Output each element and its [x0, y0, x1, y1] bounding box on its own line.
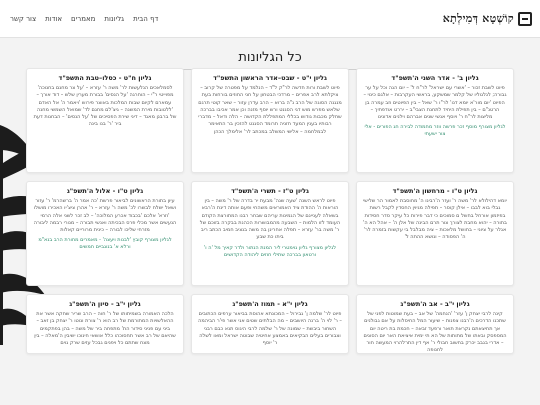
issue-card-description: עיון בתורת הראשונים לביאור פרשת 'כה אמר …: [33, 198, 177, 234]
issue-card-description: פיוט לשבת ורות חדשה לר"ק ל"ד – הנלמד על …: [198, 85, 342, 135]
page-title: כל הגליונות: [238, 50, 302, 65]
top-navigation-bar: קוֹשְׁטָא דְּמִילְתָא דף הבית גליונות מא…: [0, 0, 540, 38]
issue-card[interactable]: גליון ט"ו - מרחשון ה'תשפ"ד יומא דהילולא …: [356, 181, 514, 286]
nav-link-articles[interactable]: מאמרים: [71, 15, 95, 23]
issue-card-supplement-link[interactable]: לגליון מצורף גליון גוימטרי ליר המנת הנתו…: [198, 245, 342, 259]
logo-text: קוֹשְׁטָא דְּמִילְתָא: [442, 12, 514, 25]
site-logo[interactable]: קוֹשְׁטָא דְּמִילְתָא: [442, 11, 532, 26]
issue-card[interactable]: גליון ח"ט - כסלו–טבת התשפ"ד לסמלאכים הנל…: [26, 68, 184, 173]
issue-card-title[interactable]: גליון ט"ו - אלול ה'תשפ"ג: [33, 187, 177, 195]
issue-card-description: לסמלאכים הנלעשות לר' משה ר' עזרא – 'על צ…: [33, 85, 177, 128]
issue-card-title[interactable]: גליון י"א - תמוז ה'תשפ"ג: [198, 300, 342, 308]
nav-link-about[interactable]: אודות: [45, 15, 62, 23]
main-content: כל הגליונות גליון ב' - אדר השני ה'תשפ"ד …: [0, 38, 540, 405]
issue-card-title[interactable]: גליון י"ט - שבט–אדר הראשון התשפ"ד: [198, 74, 342, 82]
issues-grid: גליון ב' - אדר השני ה'תשפ"ד פיוט לשבת זכ…: [26, 68, 514, 354]
issue-card[interactable]: גליון ט"ז - תשרי ה'תשפ"ד פיוט לראש השנה …: [191, 181, 349, 286]
logo-icon: [518, 11, 532, 26]
issue-card[interactable]: גליון ב' - אדר השני ה'תשפ"ד פיוט לשבת זכ…: [356, 68, 514, 173]
issue-card-title[interactable]: גליון ט"ז - תשרי ה'תשפ"ד: [198, 187, 342, 195]
issue-card-supplement-link[interactable]: לגליון מצורף קובץ 'לבנות ויעצה' - מאמרים…: [33, 237, 177, 251]
issue-card-supplement-link[interactable]: לגליון מצורף מוסף זכר פרשה ווזר מחמודה ל…: [363, 124, 507, 138]
issue-card[interactable]: גליון י"ב - סיון ה'תשפ"ג הלכה האמורה בשמ…: [26, 294, 184, 354]
issue-card[interactable]: גליון י"ב - אב ה'תשפ"ג קינה לרבי יצחק ן'…: [356, 294, 514, 354]
issue-card-description: פיוט לשבת זכור – 'אשרי עם ישראל' לר"ח ל'…: [363, 85, 507, 121]
issue-card-description: פיוט לר' שלמה ן' גבירול – המכונתא אהוסת …: [198, 311, 342, 347]
nav-link-contact[interactable]: צור קשר: [10, 15, 36, 23]
main-menu: דף הבית גליונות מאמרים אודות צור קשר: [10, 15, 158, 23]
issue-card-description: קינה לרבי יצחק ן' עזר' 'הנחמה' של אב – ב…: [363, 311, 507, 354]
issue-card-title[interactable]: גליון ב' - אדר השני ה'תשפ"ד: [363, 74, 507, 82]
issue-card-title[interactable]: גליון י"ב - אב ה'תשפ"ג: [363, 300, 507, 308]
issue-card-title[interactable]: גליון ח"ט - כסלו–טבת התשפ"ד: [33, 74, 177, 82]
issue-card-description: פיוט לראש השנה 'שעה שנה' מבעת יר בדרה של…: [199, 198, 341, 241]
issue-card-description: יומא דהילולא לר' משה ר' ועזר ה'רבינו ה' …: [363, 198, 507, 241]
issue-card[interactable]: גליון י"ט - שבט–אדר הראשון התשפ"ד פיוט ל…: [191, 68, 349, 173]
issue-card-description: הלכה האמורה בשמיתותו של ר' חוה – הרב שרי…: [34, 311, 176, 347]
issue-card[interactable]: גליון י"א - תמוז ה'תשפ"ג פיוט לר' שלמה ן…: [191, 294, 349, 354]
issue-card[interactable]: גליון ט"ו - אלול ה'תשפ"ג עיון בתורת הראש…: [26, 181, 184, 286]
nav-link-home[interactable]: דף הבית: [133, 15, 158, 23]
issue-card-title[interactable]: גליון ט"ו - מרחשון ה'תשפ"ד: [363, 187, 507, 195]
nav-link-issues[interactable]: גליונות: [104, 15, 124, 23]
issue-card-title[interactable]: גליון י"ב - סיון ה'תשפ"ג: [33, 300, 177, 308]
